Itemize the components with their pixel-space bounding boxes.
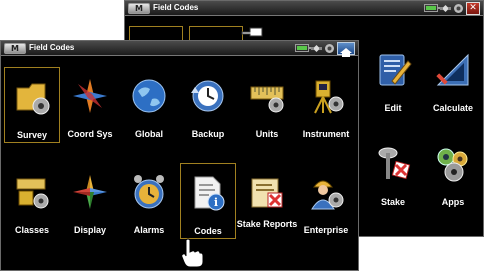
- status-area: ✕: [424, 1, 480, 15]
- stake-icon: [378, 147, 411, 180]
- tile-backup[interactable]: Backup: [180, 67, 236, 143]
- coord-sys-icon: [73, 79, 107, 113]
- edit-icon: [379, 54, 412, 86]
- svg-text:i: i: [214, 196, 218, 209]
- tile-label: Calculate: [432, 103, 474, 113]
- tile-classes[interactable]: Classes: [4, 163, 60, 239]
- backup-icon: [191, 80, 224, 112]
- tile-alarms[interactable]: Alarms: [121, 163, 177, 239]
- tile-calculate[interactable]: Calculate: [425, 41, 481, 117]
- window-title: Field Codes: [29, 43, 75, 52]
- status-area: [295, 41, 355, 57]
- codes-icon: i: [194, 176, 225, 211]
- tile-codes[interactable]: i Codes: [180, 163, 236, 239]
- instrument-icon: [314, 80, 344, 114]
- tile-units[interactable]: Units: [239, 67, 295, 143]
- close-icon[interactable]: ✕: [466, 1, 480, 15]
- tile-apps[interactable]: Apps: [425, 135, 481, 211]
- tile-coord-sys[interactable]: Coord Sys: [62, 67, 118, 143]
- tile-edit[interactable]: Edit: [365, 41, 421, 117]
- front-title-bar: M Field Codes: [1, 41, 358, 57]
- hand-pointer-icon: [241, 27, 263, 37]
- front-window: M Field Codes Survey Coord Sys Global Ba…: [0, 40, 359, 271]
- battery-icon: [295, 44, 311, 52]
- menu-button[interactable]: M: [128, 3, 150, 14]
- hand-cursor-icon: [181, 238, 204, 268]
- tile-stake[interactable]: Stake: [365, 135, 421, 211]
- menu-button[interactable]: M: [4, 43, 26, 54]
- tile-survey[interactable]: Survey: [4, 67, 60, 143]
- alarms-icon: [134, 175, 164, 209]
- display-icon: [73, 175, 107, 209]
- satellite-icon: [440, 4, 451, 12]
- apps-icon: [437, 148, 468, 182]
- enterprise-icon: [311, 180, 344, 210]
- units-icon: [250, 86, 284, 113]
- calculate-icon: [436, 53, 469, 86]
- classes-icon: [16, 178, 49, 209]
- tile-enterprise[interactable]: Enterprise: [298, 163, 354, 239]
- battery-icon: [424, 4, 440, 12]
- tile-label: Enterprise: [303, 225, 349, 235]
- tile-display[interactable]: Display: [62, 163, 118, 239]
- home-icon[interactable]: [337, 41, 355, 57]
- satellite-icon: [311, 44, 322, 52]
- stake-reports-icon: [251, 178, 283, 208]
- tile-label: Apps: [441, 197, 465, 207]
- link-icon: [454, 3, 463, 13]
- tile-stake-reports[interactable]: Stake Reports: [237, 163, 297, 239]
- link-icon: [325, 43, 334, 53]
- tile-label: Instrument: [302, 129, 350, 139]
- survey-icon: [16, 83, 50, 115]
- window-title: Field Codes: [153, 3, 199, 12]
- tile-instrument[interactable]: Instrument: [298, 67, 354, 143]
- back-title-bar: M Field Codes ✕: [125, 1, 483, 16]
- tile-global[interactable]: Global: [121, 67, 177, 143]
- global-icon: [132, 79, 166, 113]
